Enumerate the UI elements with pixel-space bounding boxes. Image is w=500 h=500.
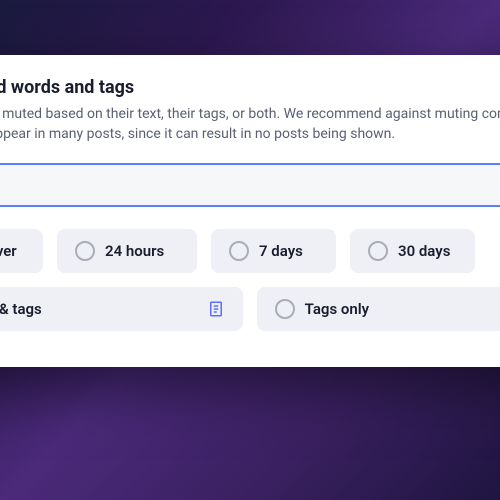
radio-icon: [368, 241, 388, 261]
radio-icon: [275, 299, 295, 319]
modal-description: Posts can be muted based on their text, …: [0, 104, 500, 145]
mute-word-input[interactable]: [0, 163, 500, 207]
duration-label: Forever: [0, 242, 17, 260]
scope-option-tags-only[interactable]: Tags only: [257, 287, 500, 331]
radio-icon: [75, 241, 95, 261]
duration-row: Forever 24 hours 7 days 30 days: [0, 229, 500, 273]
duration-label: 7 days: [259, 242, 303, 260]
modal-title: Add muted words and tags: [0, 77, 500, 98]
scope-label: Tags only: [305, 300, 369, 318]
duration-label: 30 days: [398, 242, 450, 260]
document-icon: [207, 300, 225, 318]
scope-label: Text & tags: [0, 300, 42, 318]
duration-label: 24 hours: [105, 242, 164, 260]
scope-option-text-tags[interactable]: Text & tags: [0, 287, 243, 331]
duration-option-24hours[interactable]: 24 hours: [57, 229, 197, 273]
scope-row: Text & tags Tags only: [0, 287, 500, 331]
duration-option-forever[interactable]: Forever: [0, 229, 43, 273]
duration-option-30days[interactable]: 30 days: [350, 229, 475, 273]
duration-option-7days[interactable]: 7 days: [211, 229, 336, 273]
radio-icon: [229, 241, 249, 261]
mute-words-modal: Add muted words and tags Posts can be mu…: [0, 55, 500, 367]
